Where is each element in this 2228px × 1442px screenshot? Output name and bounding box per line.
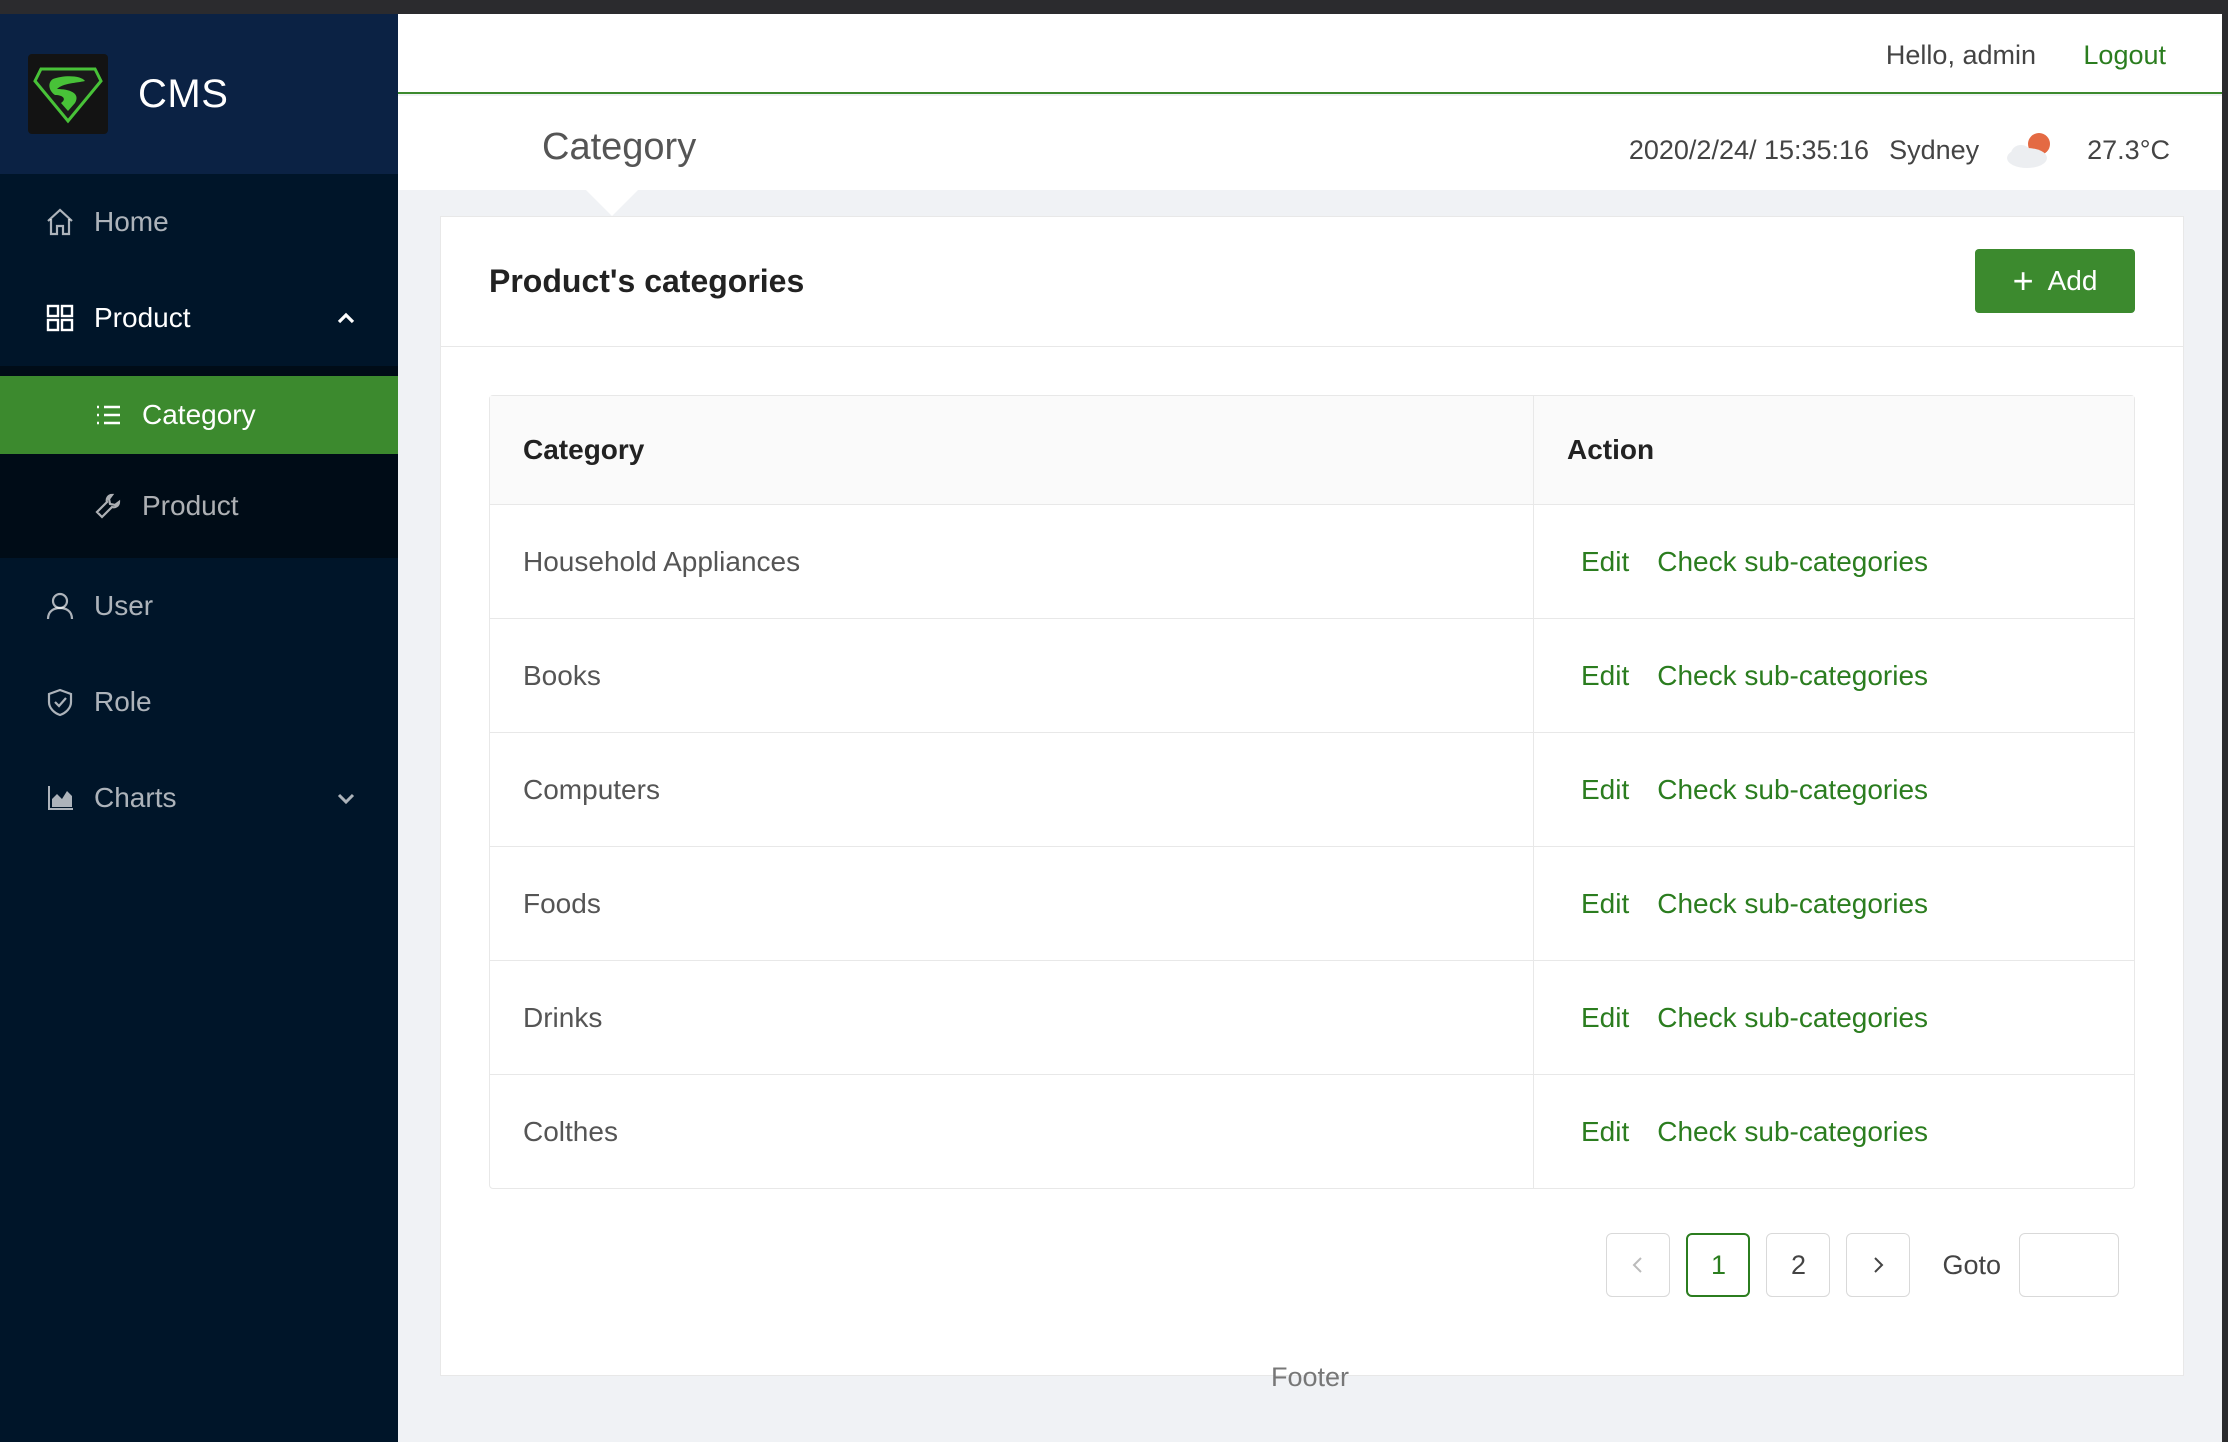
action-cell: Edit Check sub-categories [1534, 505, 2134, 618]
home-icon [44, 206, 76, 238]
partly-cloudy-icon [2007, 133, 2051, 168]
check-sub-categories-link[interactable]: Check sub-categories [1657, 1002, 1928, 1034]
action-cell: Edit Check sub-categories [1534, 733, 2134, 846]
user-icon [44, 590, 76, 622]
safety-icon [44, 686, 76, 718]
table-row: Computers Edit Check sub-categories [490, 732, 2134, 846]
area-chart-icon [44, 782, 76, 814]
table-row: Books Edit Check sub-categories [490, 618, 2134, 732]
appstore-icon [44, 302, 76, 334]
brand[interactable]: CMS [0, 14, 398, 174]
sidebar-item-product[interactable]: Product [0, 270, 398, 366]
add-button-label: Add [2047, 265, 2098, 296]
sidebar-item-label: Product [94, 302, 191, 333]
table-row: Drinks Edit Check sub-categories [490, 960, 2134, 1074]
sidebar-item-category[interactable]: Category [0, 376, 398, 454]
check-sub-categories-link[interactable]: Check sub-categories [1657, 546, 1928, 578]
chevron-up-icon [337, 312, 355, 324]
sidebar-item-product-list[interactable]: Product [0, 454, 398, 558]
sidebar-item-label: Product [142, 490, 239, 521]
card-header: Product's categories + Add [441, 217, 2183, 347]
category-name-cell: Colthes [490, 1075, 1534, 1188]
table-header-row: Category Action [490, 396, 2134, 504]
sidebar-item-label: Home [94, 206, 169, 237]
page-title: Category [542, 126, 697, 168]
action-cell: Edit Check sub-categories [1534, 619, 2134, 732]
sidebar-item-label: Category [142, 399, 256, 430]
logout-link[interactable]: Logout [2083, 40, 2166, 71]
card-title: Product's categories [489, 263, 805, 299]
edit-link[interactable]: Edit [1581, 1002, 1629, 1034]
logo-icon [28, 54, 108, 134]
temperature-text: 27.3°C [2087, 134, 2170, 165]
sidebar-item-label: User [94, 590, 154, 621]
page-2-button[interactable]: 2 [1766, 1233, 1831, 1297]
categories-table: Category Action Household Appliances Edit… [489, 395, 2135, 1189]
table-row: Foods Edit Check sub-categories [490, 846, 2134, 960]
sidebar: CMS Home Product Category Product User R… [0, 14, 398, 1442]
category-name-cell: Foods [490, 847, 1534, 960]
title-pointer [586, 190, 638, 216]
table-row: Colthes Edit Check sub-categories [490, 1074, 2134, 1188]
page-1-button[interactable]: 1 [1686, 1233, 1751, 1297]
sidebar-item-role[interactable]: Role [0, 654, 398, 750]
chevron-right-icon [1874, 1257, 1884, 1273]
check-sub-categories-link[interactable]: Check sub-categories [1657, 774, 1928, 806]
edit-link[interactable]: Edit [1581, 888, 1629, 920]
category-name-cell: Computers [490, 733, 1534, 846]
check-sub-categories-link[interactable]: Check sub-categories [1657, 1116, 1928, 1148]
pagination: 1 2 Goto [1590, 1233, 2119, 1297]
city-text: Sydney [1889, 134, 1980, 165]
app-window: CMS Home Product Category Product User R… [0, 14, 2222, 1442]
info-line: 2020/2/24/ 15:35:16 Sydney 27.3°C [1609, 130, 2170, 170]
footer: Footer [1270, 1362, 1350, 1392]
sidebar-item-label: Role [94, 686, 152, 717]
sidebar-item-home[interactable]: Home [0, 174, 398, 270]
chevron-down-icon [337, 793, 355, 805]
add-button[interactable]: + Add [1975, 249, 2135, 313]
top-header: Hello, admin Logout [398, 14, 2222, 94]
action-cell: Edit Check sub-categories [1534, 847, 2134, 960]
column-header-action: Action [1567, 434, 1655, 465]
goto-label: Goto [1942, 1249, 2001, 1280]
chevron-left-icon [1633, 1257, 1643, 1273]
check-sub-categories-link[interactable]: Check sub-categories [1657, 888, 1928, 920]
greeting-text: Hello, admin [1885, 40, 2036, 70]
action-cell: Edit Check sub-categories [1534, 1075, 2134, 1188]
sidebar-item-user[interactable]: User [0, 558, 398, 654]
page-header: Category 2020/2/24/ 15:35:16 Sydney 27.3… [398, 96, 2222, 216]
plus-icon: + [2012, 260, 2034, 301]
sidebar-item-charts[interactable]: Charts [0, 750, 398, 846]
product-submenu: Category Product [0, 366, 398, 558]
list-icon [92, 399, 124, 431]
action-cell: Edit Check sub-categories [1534, 961, 2134, 1074]
check-sub-categories-link[interactable]: Check sub-categories [1657, 660, 1928, 692]
next-page-button[interactable] [1846, 1233, 1911, 1297]
goto-page-input[interactable] [2019, 1233, 2119, 1297]
edit-link[interactable]: Edit [1581, 660, 1629, 692]
prev-page-button[interactable] [1606, 1233, 1671, 1297]
edit-link[interactable]: Edit [1581, 546, 1629, 578]
column-header-category: Category [490, 396, 1534, 504]
categories-card: Product's categories + Add Category Acti… [440, 216, 2184, 1376]
datetime-text: 2020/2/24/ 15:35:16 [1628, 134, 1870, 165]
category-name-cell: Books [490, 619, 1534, 732]
category-name-cell: Drinks [490, 961, 1534, 1074]
category-name-cell: Household Appliances [490, 505, 1534, 618]
edit-link[interactable]: Edit [1581, 774, 1629, 806]
tool-icon [92, 490, 124, 522]
brand-name: CMS [138, 71, 229, 116]
table-row: Household Appliances Edit Check sub-catego… [490, 504, 2134, 618]
edit-link[interactable]: Edit [1581, 1116, 1629, 1148]
sidebar-item-label: Charts [94, 782, 177, 813]
window-edge [2222, 14, 2228, 1442]
